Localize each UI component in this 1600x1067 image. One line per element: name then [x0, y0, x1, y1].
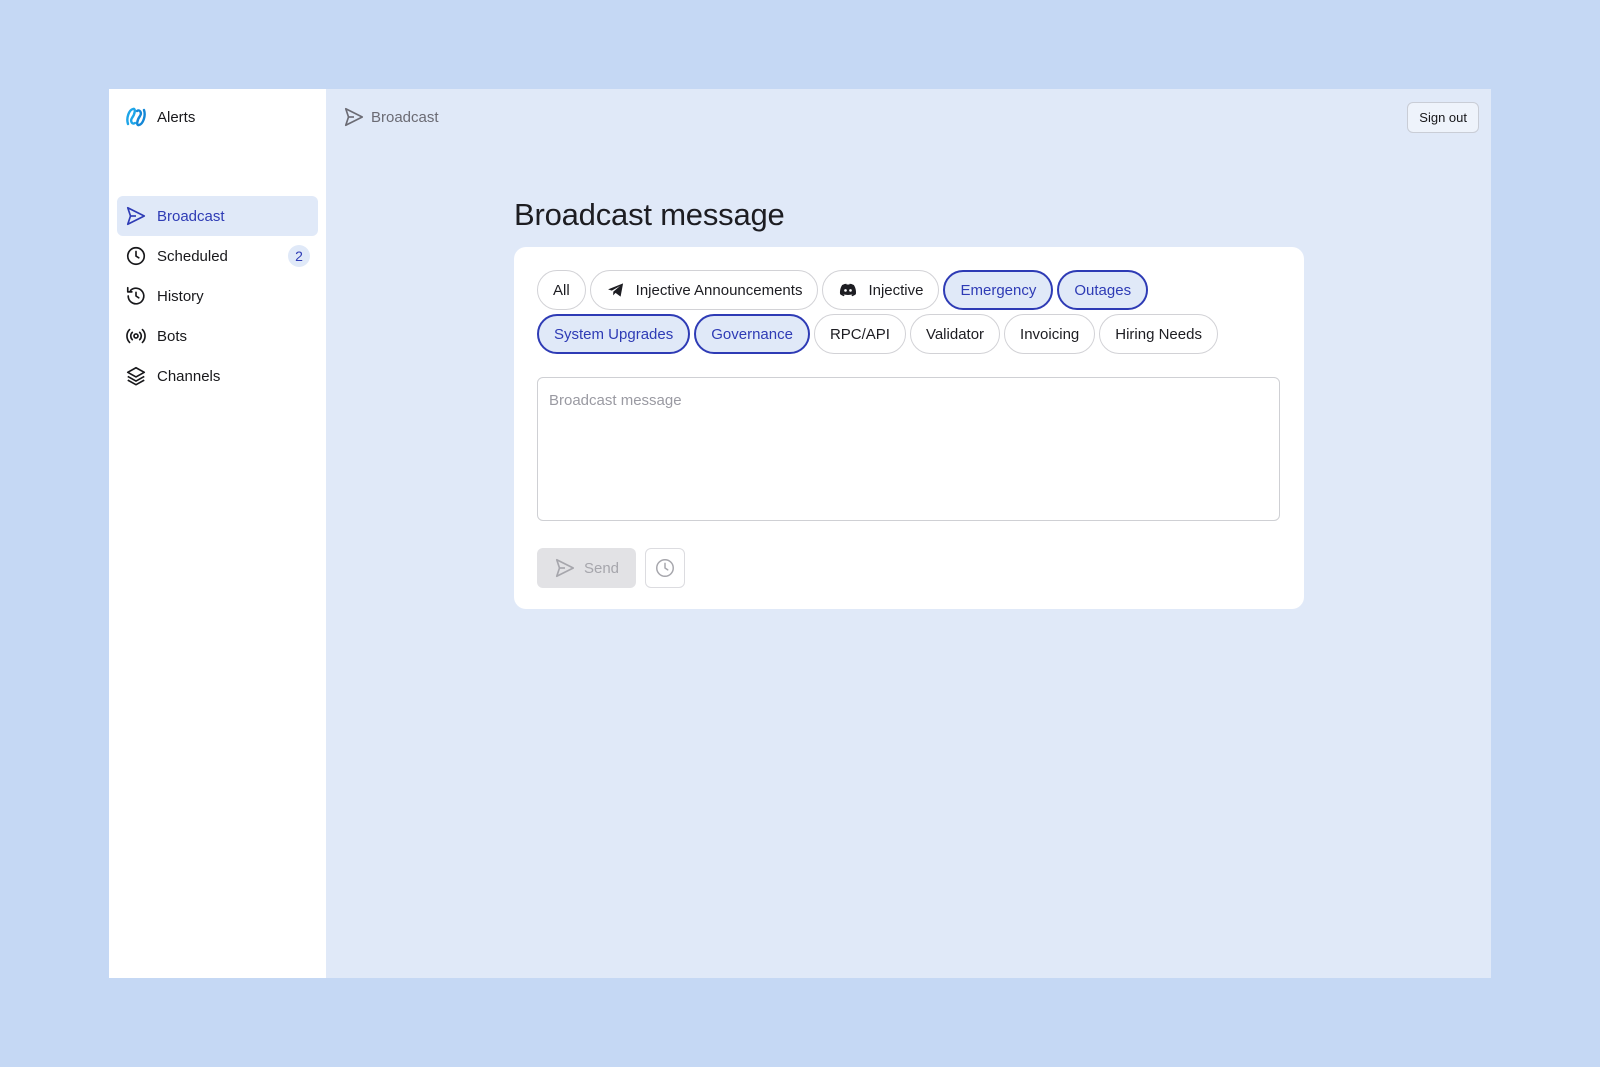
channel-chip-hiring-needs[interactable]: Hiring Needs [1099, 314, 1218, 354]
app-window: Alerts Broadcast Scheduled 2 History Bot… [109, 89, 1491, 978]
channel-chip-injective-announcements[interactable]: Injective Announcements [589, 270, 819, 310]
chip-label: Validator [925, 325, 985, 343]
main-panel: Broadcast Sign out Broadcast message All… [326, 89, 1491, 978]
send-icon [343, 106, 365, 128]
sidebar: Alerts Broadcast Scheduled 2 History Bot… [109, 89, 326, 978]
brand[interactable]: Alerts [117, 89, 318, 145]
channel-chip-validator[interactable]: Validator [909, 314, 1001, 354]
chip-label: Outages [1074, 281, 1132, 299]
sidebar-item-label: Bots [157, 327, 188, 345]
chip-label: System Upgrades [554, 325, 674, 343]
channel-chip-injective[interactable]: Injective [822, 270, 940, 310]
channel-chip-system-upgrades[interactable]: System Upgrades [537, 314, 691, 354]
channel-chip-outages[interactable]: Outages [1057, 270, 1149, 310]
sidebar-item-label: Scheduled [157, 247, 228, 265]
broadcast-content: Broadcast message All Injective Announce… [514, 197, 1304, 609]
broadcast-card: All Injective Announcements Injective Em… [514, 247, 1304, 609]
sidebar-item-broadcast[interactable]: Broadcast [117, 196, 318, 236]
sidebar-item-label: History [157, 287, 204, 305]
app-logo-icon [123, 104, 149, 130]
chip-label: Injective [868, 281, 924, 299]
sidebar-item-label: Broadcast [157, 207, 225, 225]
chip-label: Governance [711, 325, 793, 343]
sidebar-item-bots[interactable]: Bots [117, 316, 318, 356]
breadcrumb: Broadcast [343, 106, 439, 128]
channel-chip-rpc-api[interactable]: RPC/API [813, 314, 906, 354]
topbar: Broadcast Sign out [326, 89, 1491, 145]
broadcast-signal-icon [125, 325, 147, 347]
sidebar-item-scheduled[interactable]: Scheduled 2 [117, 236, 318, 276]
send-button[interactable]: Send [537, 548, 636, 588]
sidebar-item-channels[interactable]: Channels [117, 356, 318, 396]
page-title: Broadcast message [514, 197, 785, 232]
chip-label: Hiring Needs [1115, 325, 1202, 343]
channel-chip-emergency[interactable]: Emergency [943, 270, 1054, 310]
scheduled-count-badge: 2 [288, 245, 310, 267]
send-icon [125, 205, 147, 227]
sign-out-button[interactable]: Sign out [1407, 101, 1479, 133]
message-actions: Send [537, 548, 1281, 588]
broadcast-message-input[interactable] [537, 377, 1280, 521]
send-icon [554, 557, 576, 579]
sidebar-item-history[interactable]: History [117, 276, 318, 316]
clock-icon [125, 245, 147, 267]
sidebar-nav: Broadcast Scheduled 2 History Bots Chann… [117, 196, 318, 396]
chip-label: All [553, 281, 570, 299]
app-name: Alerts [157, 108, 196, 126]
layers-icon [125, 365, 147, 387]
schedule-button[interactable] [645, 548, 685, 588]
channel-chip-governance[interactable]: Governance [694, 314, 810, 354]
channel-chip-invoicing[interactable]: Invoicing [1004, 314, 1096, 354]
chip-label: Invoicing [1020, 325, 1080, 343]
send-button-label: Send [583, 559, 620, 577]
telegram-icon [606, 280, 626, 300]
discord-icon [838, 280, 858, 300]
sidebar-item-label: Channels [157, 367, 221, 385]
channel-chips: All Injective Announcements Injective Em… [537, 270, 1237, 354]
chip-label: Injective Announcements [635, 281, 803, 299]
channel-chip-all[interactable]: All [537, 270, 586, 310]
breadcrumb-label: Broadcast [371, 108, 439, 126]
chip-label: Emergency [960, 281, 1037, 299]
clock-icon [654, 557, 676, 579]
history-icon [125, 285, 147, 307]
message-field-wrapper [537, 377, 1281, 526]
chip-label: RPC/API [829, 325, 890, 343]
